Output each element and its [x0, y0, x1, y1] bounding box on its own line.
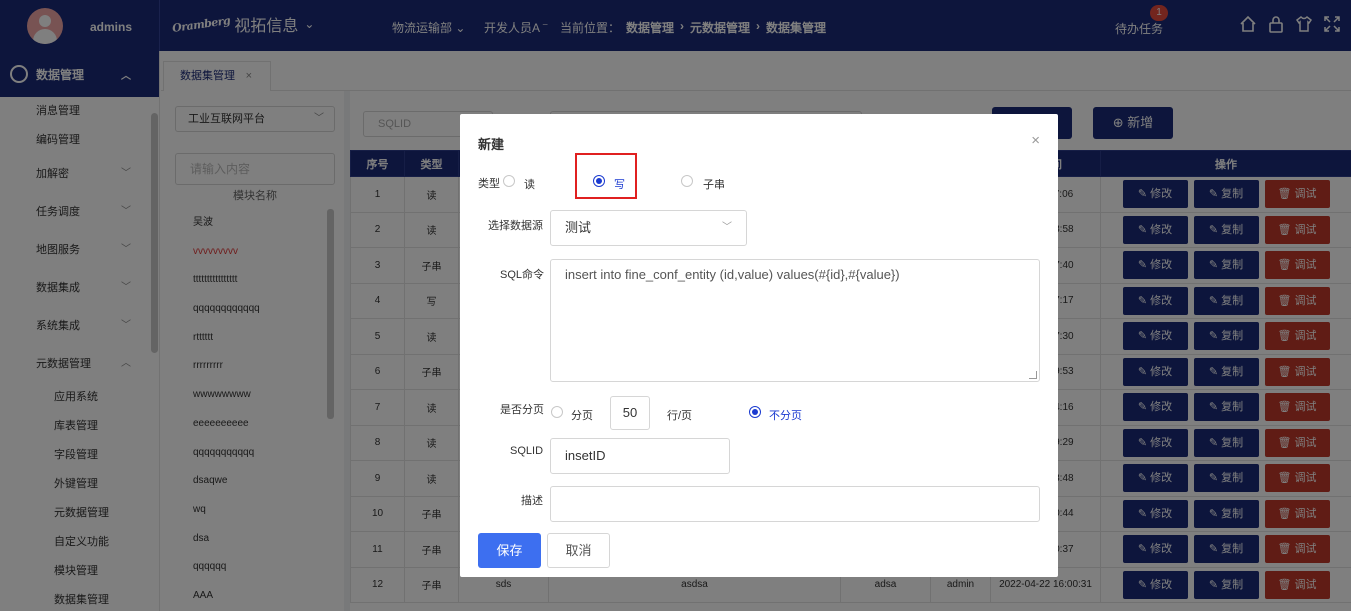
paging-yes-label[interactable]: 分页: [571, 407, 593, 423]
datasource-select[interactable]: 测试 ﹀: [550, 210, 747, 246]
sqlid-label: SQLID: [510, 445, 544, 457]
sql-textarea[interactable]: insert into fine_conf_entity (id,value) …: [550, 259, 1040, 382]
dialog-title: 新建: [478, 137, 505, 152]
chevron-down-icon: ﹀: [722, 222, 732, 233]
type-substring-label[interactable]: 子串: [703, 176, 725, 192]
page-size-input[interactable]: 50: [610, 396, 650, 430]
page-unit-label: 行/页: [667, 410, 693, 422]
highlight-box: [575, 153, 637, 199]
paging-no-radio[interactable]: [749, 406, 761, 418]
paging-yes-radio[interactable]: [551, 406, 563, 418]
desc-input[interactable]: [550, 486, 1040, 522]
save-button[interactable]: 保存: [478, 533, 541, 568]
desc-label: 描述: [521, 495, 543, 507]
new-dataset-dialog: 新建 × 类型 读 写 子串 选择数据源 测试 ﹀ SQL命令 insert i…: [460, 114, 1058, 577]
sql-label: SQL命令: [500, 269, 545, 281]
close-icon[interactable]: ×: [1031, 132, 1040, 149]
datasource-value: 测试: [565, 220, 592, 235]
paging-no-label[interactable]: 不分页: [769, 407, 802, 423]
resize-handle[interactable]: [1029, 371, 1037, 379]
sql-value: insert into fine_conf_entity (id,value) …: [565, 267, 900, 282]
type-write-radio[interactable]: [593, 175, 605, 187]
paging-label: 是否分页: [500, 404, 544, 416]
datasource-label: 选择数据源: [488, 220, 543, 232]
type-write-label[interactable]: 写: [614, 176, 625, 192]
type-label: 类型: [478, 178, 500, 190]
cancel-button[interactable]: 取消: [547, 533, 610, 568]
sqlid-input[interactable]: insetID: [550, 438, 730, 474]
type-substring-radio[interactable]: [681, 175, 693, 187]
type-read-radio[interactable]: [503, 175, 515, 187]
type-read-label[interactable]: 读: [524, 176, 535, 192]
